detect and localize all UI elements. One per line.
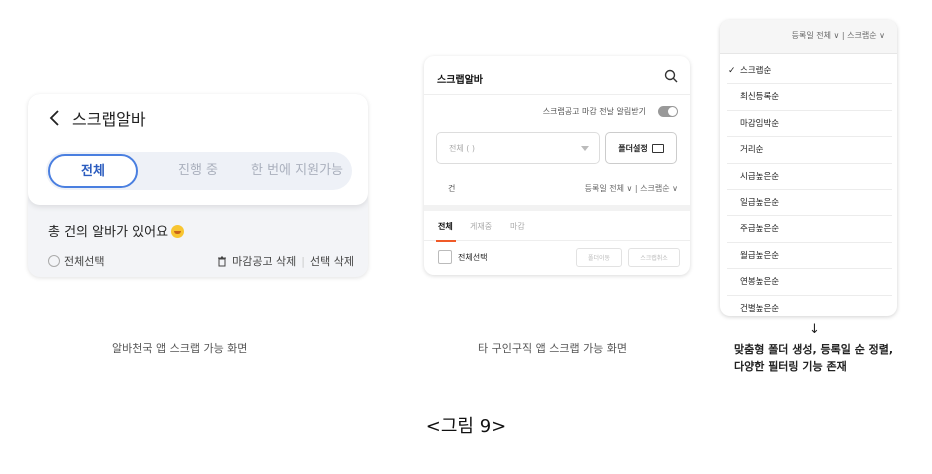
trash-icon — [218, 256, 227, 266]
divider — [424, 94, 690, 95]
sort-dropdowns[interactable]: 등록일 전체 ∨ | 스크랩순 ∨ — [792, 30, 885, 41]
select-all-checkbox[interactable] — [438, 250, 452, 264]
sort-option-per-task[interactable]: 건별높은순 — [727, 296, 892, 316]
sort-option-weekly[interactable]: 주급높은순 — [727, 216, 892, 243]
total-count-text: 총 건의 알바가 있어요 — [48, 221, 185, 240]
tab-all[interactable]: 전체 — [438, 221, 453, 232]
deadline-alarm-toggle[interactable] — [658, 106, 678, 117]
figure-label: <그림 9> — [425, 416, 507, 437]
sort-dropdown-panel: 등록일 전체 ∨ | 스크랩순 ∨ ✓ 스크랩순 최신등록순 마감임박순 거리순… — [720, 20, 897, 316]
tab-all[interactable]: 전체 — [48, 154, 138, 188]
divider: | — [301, 254, 306, 268]
status-tabs: 전체 게재중 마감 — [424, 211, 690, 241]
deadline-alarm-label: 스크랩공고 마감 전날 알림받기 — [542, 107, 646, 116]
search-icon[interactable] — [664, 69, 678, 83]
move-folder-button[interactable]: 폴더이동 — [576, 248, 622, 267]
tab-in-progress[interactable]: 진행 중 — [158, 152, 238, 190]
tab-one-click-apply[interactable]: 한 번에 지원가능 — [242, 152, 352, 190]
caption-panel3-line2: 다양한 필터링 기능 존재 — [734, 360, 847, 373]
caption-panel1: 알바천국 앱 스크랩 가능 화면 — [112, 342, 248, 355]
sort-dropdowns[interactable]: 등록일 전체 ∨ | 스크랩순 ∨ — [585, 183, 678, 194]
panel1-header-card: 스크랩알바 전체 진행 중 한 번에 지원가능 — [28, 94, 368, 205]
tab-posting[interactable]: 게재중 — [470, 221, 492, 232]
cancel-scrap-button[interactable]: 스크랩취소 — [628, 248, 680, 267]
select-all-label: 전체선택 — [458, 253, 488, 262]
sort-option-scrap[interactable]: ✓ 스크랩순 — [727, 58, 892, 85]
caret-down-icon — [581, 146, 589, 151]
select-all-checkbox[interactable]: 전체선택 — [48, 253, 104, 269]
count-text: 건 — [448, 184, 456, 193]
checkbox-circle-icon — [48, 255, 60, 267]
page-title: 스크랩알바 — [72, 110, 146, 129]
albacheonguk-scrap-panel: 스크랩알바 전체 진행 중 한 번에 지원가능 총 건의 알바가 있어요 전체선… — [28, 94, 368, 277]
sort-option-hourly[interactable]: 시급높은순 — [727, 164, 892, 190]
active-tab-indicator — [436, 240, 456, 242]
tab-closed[interactable]: 마감 — [510, 221, 525, 232]
folder-settings-button[interactable]: 폴더설정 — [605, 132, 677, 164]
sort-header: 등록일 전체 ∨ | 스크랩순 ∨ — [720, 20, 897, 54]
delete-actions: 마감공고 삭제 | 선택 삭제 — [217, 253, 354, 269]
down-arrow-icon: ↓ — [809, 322, 820, 337]
sort-option-annual[interactable]: 연봉높은순 — [727, 269, 892, 296]
sort-options-list: ✓ 스크랩순 최신등록순 마감임박순 거리순 시급높은순 일급높은순 주급높은순… — [727, 58, 892, 316]
sort-option-monthly[interactable]: 월급높은순 — [727, 243, 892, 270]
delete-expired-button[interactable]: 마감공고 삭제 — [232, 253, 296, 269]
back-arrow-icon[interactable] — [48, 108, 62, 128]
filter-tabs: 전체 진행 중 한 번에 지원가능 — [46, 152, 352, 190]
caption-panel2: 타 구인구직 앱 스크랩 가능 화면 — [478, 342, 628, 355]
check-icon: ✓ — [728, 66, 736, 76]
page-title: 스크랩알바 — [437, 75, 483, 86]
sort-option-daily[interactable]: 일급높은순 — [727, 190, 892, 217]
folder-select[interactable]: 전체 ( ) — [436, 132, 600, 164]
smile-emoji-icon — [171, 225, 185, 238]
caption-panel3-line1: 맞춤형 폴더 생성, 등록일 순 정렬, — [734, 343, 894, 356]
delete-selected-button[interactable]: 선택 삭제 — [310, 253, 354, 269]
sort-option-distance[interactable]: 거리순 — [727, 137, 892, 164]
sort-option-latest[interactable]: 최신등록순 — [727, 84, 892, 111]
folder-icon — [651, 143, 664, 153]
sort-option-deadline[interactable]: 마감임박순 — [727, 111, 892, 138]
other-app-scrap-panel: 스크랩알바 스크랩공고 마감 전날 알림받기 전체 ( ) 폴더설정 건 등록일… — [424, 56, 690, 275]
